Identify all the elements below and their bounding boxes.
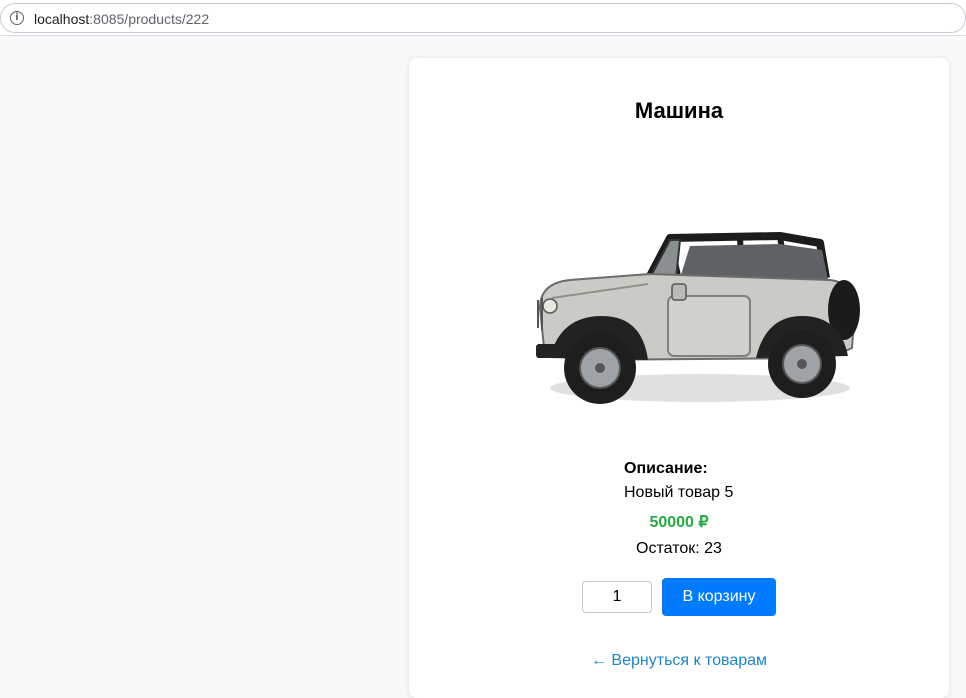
stock-value: 23 [704,540,722,557]
product-price: 50000 ₽ [649,514,709,531]
back-to-products-link[interactable]: ← Вернуться к товарам [409,652,949,670]
url-host: localhost [34,11,90,27]
product-card: Машина Описание: Новый товар 5 50000 ₽ О… [409,58,949,698]
product-title: Машина [634,98,724,123]
description-label: Описание: [624,460,708,477]
url-text[interactable]: localhost:8085/products/222 [34,11,209,27]
quantity-input[interactable] [582,581,652,613]
product-image [536,232,860,404]
info-icon[interactable]: i [10,11,24,25]
description-text: Новый товар 5 [624,484,734,501]
add-to-cart-button[interactable]: В корзину [662,578,776,616]
stock-label: Остаток: [636,540,700,557]
url-path: :8085/products/222 [89,11,210,27]
browser-address-bar: i localhost:8085/products/222 [0,0,966,36]
url-field[interactable]: i localhost:8085/products/222 [0,3,966,33]
stock-info: Остаток: 23 [409,540,949,558]
